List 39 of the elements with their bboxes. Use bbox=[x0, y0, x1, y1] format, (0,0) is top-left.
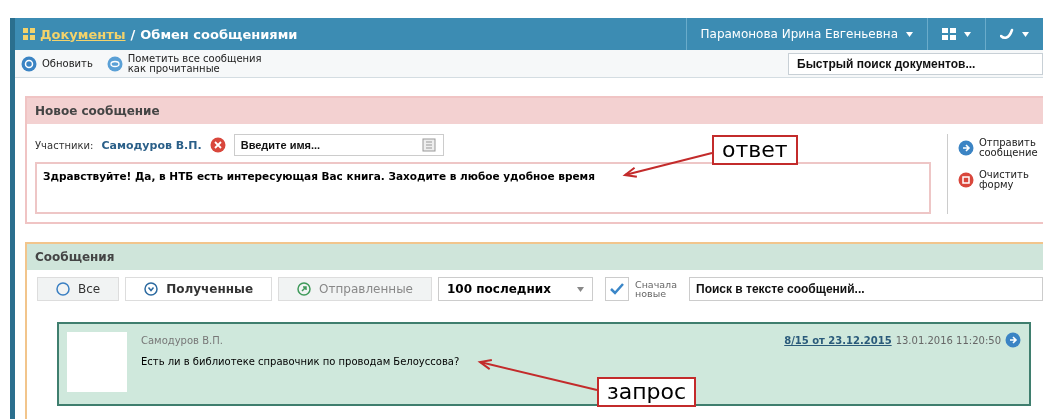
caret-icon bbox=[577, 286, 584, 292]
new-message-header: Новое сообщение bbox=[27, 98, 1043, 124]
refresh-icon bbox=[21, 55, 37, 72]
page-title: Обмен сообщениями bbox=[140, 26, 298, 42]
grid-icon bbox=[942, 28, 956, 40]
eye-icon bbox=[106, 55, 123, 72]
clear-icon bbox=[958, 172, 974, 188]
filter-tab[interactable]: Полученные bbox=[125, 277, 273, 301]
message-author: Самодуров В.П. bbox=[141, 334, 223, 346]
filter-tab[interactable]: Все bbox=[37, 277, 120, 301]
annotation-label: ответ bbox=[712, 135, 798, 165]
clear-button[interactable]: Очистить форму bbox=[958, 170, 1043, 190]
breadcrumb-separator: / bbox=[130, 26, 136, 42]
phone-icon bbox=[1000, 28, 1014, 40]
refresh-button[interactable]: Обновить bbox=[21, 55, 93, 72]
address-book-icon bbox=[421, 138, 436, 152]
grid-icon bbox=[23, 28, 35, 40]
message-date: 13.01.2016 11:20:50 bbox=[895, 334, 1001, 346]
quick-search-field[interactable]: Быстрый поиск документов... bbox=[788, 52, 1043, 75]
radio-icon bbox=[56, 282, 70, 296]
count-dropdown[interactable]: 100 последних bbox=[438, 277, 593, 301]
mark-read-button[interactable]: Пометить все сообщения как прочитанные bbox=[106, 53, 262, 74]
avatar-placeholder bbox=[67, 332, 127, 392]
newest-first-checkbox[interactable]: Сначала новые bbox=[599, 276, 683, 302]
document-link[interactable]: 8/15 от 23.12.2015 bbox=[784, 334, 892, 346]
annotation-label: запрос bbox=[597, 377, 697, 407]
remove-icon bbox=[209, 137, 226, 153]
messages-header: Сообщения bbox=[27, 244, 1043, 270]
message-search-field[interactable]: Поиск в тексте сообщений... bbox=[689, 277, 1043, 301]
message-text-field[interactable]: Здравствуйте! Да, в НТБ есть интересующая Вас книга. Заходите в любое удобное время bbox=[35, 162, 931, 214]
send-button[interactable]: Отправить сообщение bbox=[958, 138, 1043, 158]
check-icon bbox=[610, 283, 624, 295]
caret-icon bbox=[906, 31, 913, 37]
caret-icon bbox=[1022, 31, 1029, 37]
participants-label: Участники: bbox=[35, 139, 94, 151]
participant-name: Самодуров В.П. bbox=[101, 138, 202, 152]
name-input-field[interactable]: Введите имя... bbox=[233, 134, 444, 156]
caret-icon bbox=[964, 31, 971, 37]
message-text: Есть ли в библиотеке справочник по проводам Белоуссова? bbox=[141, 356, 461, 367]
